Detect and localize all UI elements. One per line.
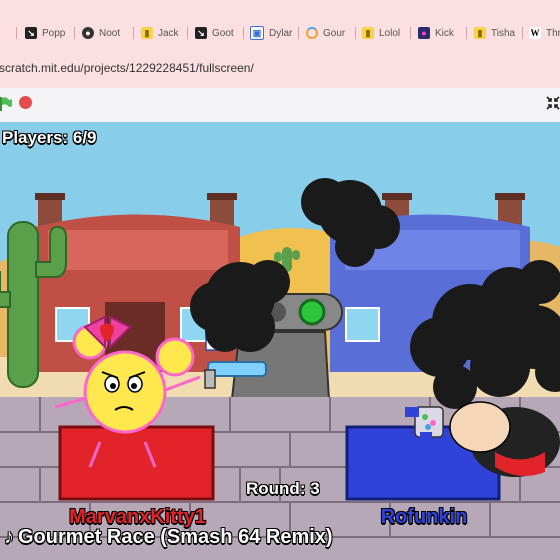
tab-2[interactable]: ↘ Popp (25, 22, 69, 44)
tab-11[interactable]: W Thr (529, 22, 560, 44)
loading-icon (306, 27, 318, 39)
music-note-icon: ♪ (4, 526, 14, 548)
tab-separator (298, 27, 299, 39)
tab-4-label: Jack (158, 27, 179, 39)
url-text[interactable]: scratch.mit.edu/projects/1229228451/full… (0, 61, 254, 75)
tab-4[interactable]: ▮ Jack (141, 22, 183, 44)
bookmark-icon: ▮ (141, 27, 153, 39)
tab-1[interactable]: l (0, 22, 12, 44)
tab-separator (74, 27, 75, 39)
tab-3[interactable]: ● Noot (82, 22, 130, 44)
tab-separator (243, 27, 244, 39)
stop-button[interactable] (19, 96, 32, 109)
tab-11-label: Thr (546, 27, 560, 39)
now-playing: ♪ Gourmet Race (Smash 64 Remix) (4, 526, 333, 549)
tab-separator (522, 27, 523, 39)
address-bar[interactable]: scratch.mit.edu/projects/1229228451/full… (0, 52, 560, 88)
tab-10[interactable]: ▮ Tisha (474, 22, 518, 44)
tab-7-label: Gour (323, 27, 346, 39)
tab-separator (187, 27, 188, 39)
tab-8[interactable]: ▮ Lolol (362, 22, 406, 44)
music-title: Gourmet Race (Smash 64 Remix) (18, 526, 333, 548)
character-icon: ● (82, 27, 94, 39)
tab-6-label: Dylar (269, 27, 293, 39)
players-counter: Players: 6/9 (2, 128, 97, 147)
tab-separator (16, 27, 17, 39)
exit-fullscreen-icon[interactable] (546, 96, 560, 110)
round-label: Round: 3 (246, 479, 320, 498)
tab-separator (410, 27, 411, 39)
tab-bar: l ↘ Popp ● Noot ▮ Jack ↘ Goot ▣ Dylar Go… (0, 0, 560, 52)
tab-9-label: Kick (435, 27, 454, 39)
bookmark-icon: ▮ (474, 27, 486, 39)
tab-separator (466, 27, 467, 39)
scratch-icon: ↘ (195, 27, 207, 39)
bookmark-icon: ▮ (362, 27, 374, 39)
tab-7[interactable]: Gour (306, 22, 350, 44)
scratch-icon: ↘ (25, 27, 37, 39)
tab-separator (133, 27, 134, 39)
tab-2-label: Popp (42, 27, 66, 39)
tab-separator (355, 27, 356, 39)
tab-3-label: Noot (99, 27, 121, 39)
player-right-name: Rofunkin (380, 506, 468, 528)
green-flag-icon[interactable] (0, 97, 12, 111)
character-icon: ● (418, 27, 430, 39)
tab-9[interactable]: ● Kick (418, 22, 462, 44)
photo-icon: ▣ (250, 26, 264, 40)
tab-5[interactable]: ↘ Goot (195, 22, 239, 44)
red-pad (58, 425, 215, 501)
tab-5-label: Goot (212, 27, 234, 39)
tab-6[interactable]: ▣ Dylar (250, 22, 294, 44)
player-toolbar (0, 88, 560, 123)
wikipedia-icon: W (529, 27, 541, 39)
tab-10-label: Tisha (491, 27, 516, 39)
tab-8-label: Lolol (379, 27, 401, 39)
